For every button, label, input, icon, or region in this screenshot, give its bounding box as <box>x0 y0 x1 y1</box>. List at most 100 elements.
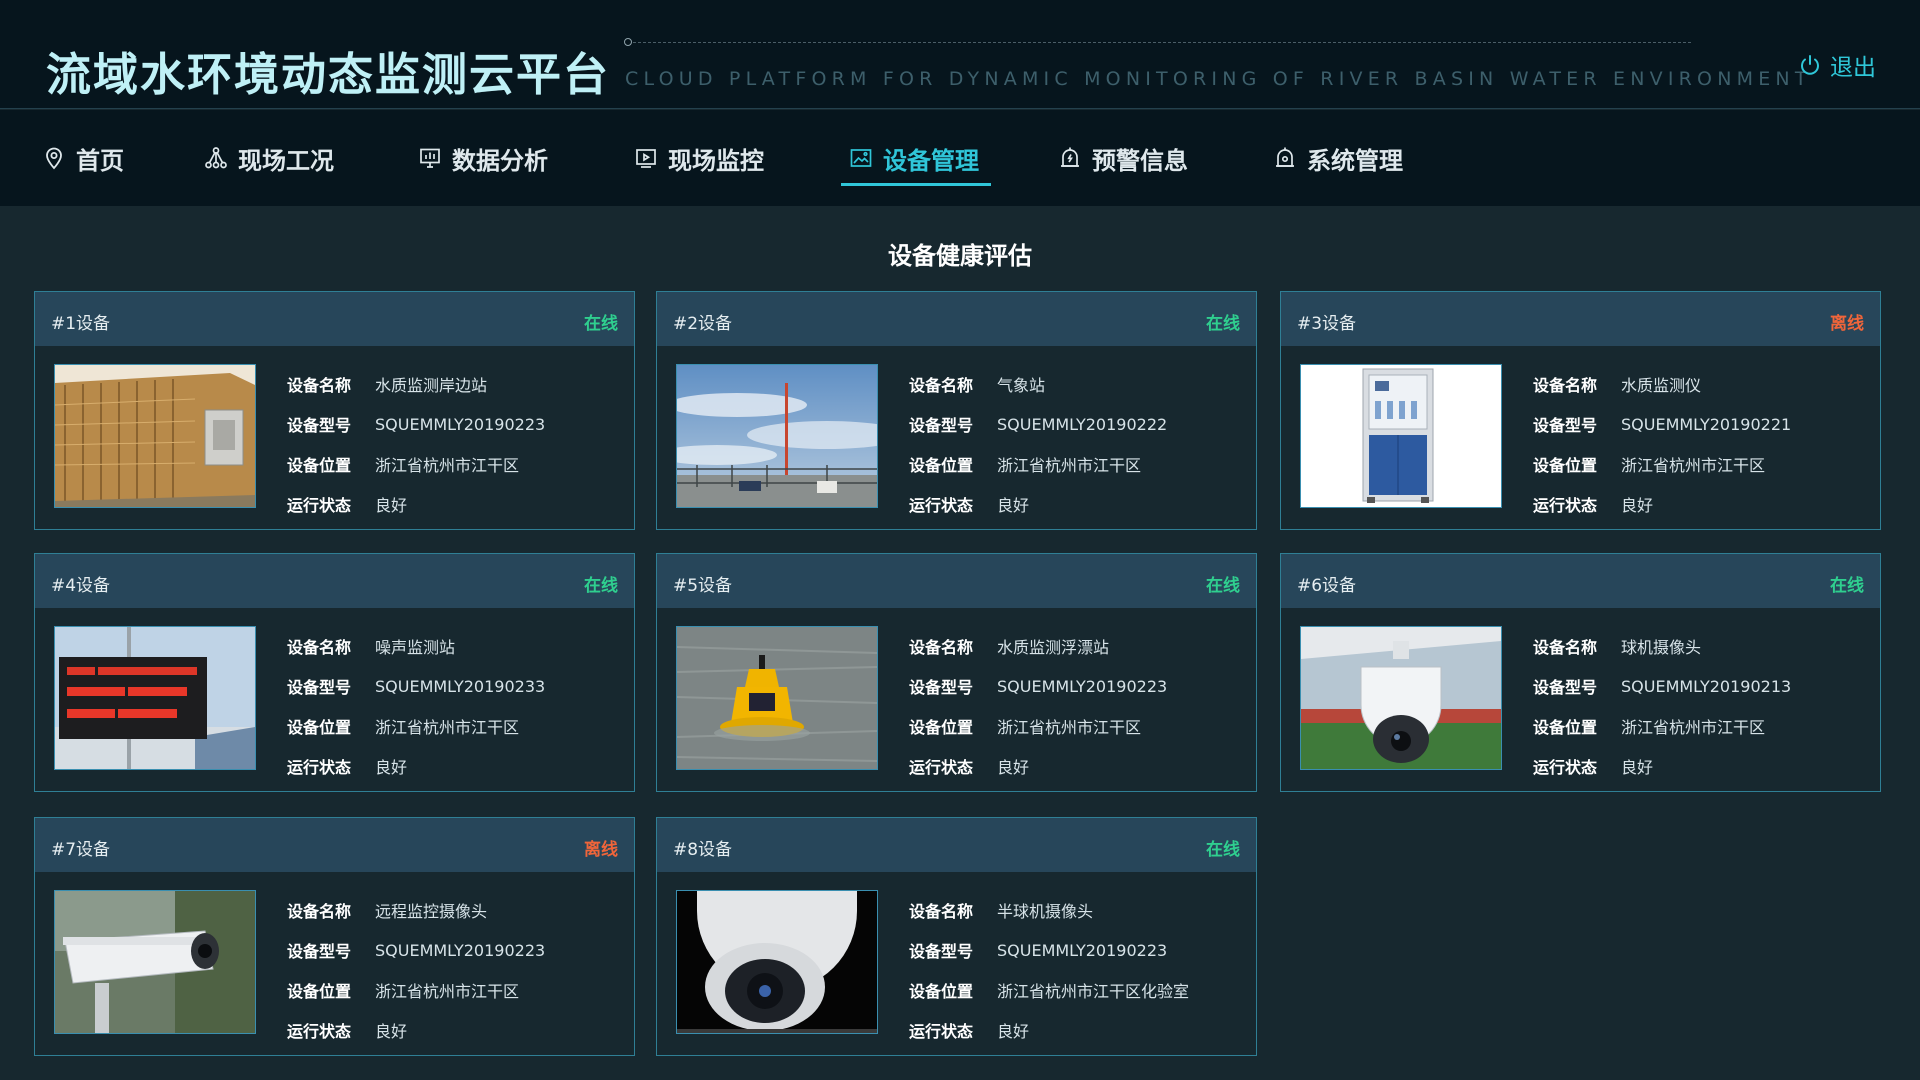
field-label: 设备位置 <box>1533 456 1598 475</box>
device-name: 噪声监测站 <box>375 638 456 657</box>
field-label: 设备位置 <box>1533 718 1598 737</box>
card-header: #8设备 在线 <box>657 818 1256 872</box>
nav-item-site-conditions[interactable]: 现场工况 <box>204 130 334 186</box>
status-badge: 离线 <box>1830 314 1864 334</box>
device-card[interactable]: #1设备 在线 设备名称 水质监测岸边站 设备型号 SQUEMMLY20190223 <box>34 291 635 530</box>
nav-item-alerts[interactable]: 预警信息 <box>1058 130 1188 186</box>
device-info: 设备名称 水质监测岸边站 设备型号 SQUEMMLY20190223 设备位置 浙江省… <box>287 364 545 524</box>
device-model: SQUEMMLY20190223 <box>997 676 1168 696</box>
device-info: 设备名称 球机摄像头 设备型号 SQUEMMLY20190213 设备位置 浙江省杭州… <box>1533 626 1791 786</box>
field-label: 设备型号 <box>287 416 352 435</box>
device-info: 设备名称 气象站 设备型号 SQUEMMLY20190222 设备位置 浙江省杭州市江… <box>909 364 1167 524</box>
field-label: 设备型号 <box>909 416 974 435</box>
nav-item-home[interactable]: 首页 <box>42 130 124 186</box>
device-card[interactable]: #3设备 离线 设备名称 水质监测仪 设备型号 SQUEMMLY20190221 设… <box>1280 291 1881 530</box>
device-number: #5设备 <box>673 576 733 596</box>
main-nav: 首页 现场工况 数据分析 现场监控 设备管理 预警信息 系统管理 <box>0 110 1920 206</box>
device-location: 浙江省杭州市江干区 <box>375 456 520 475</box>
weather-station-photo <box>676 364 878 508</box>
device-state: 良好 <box>997 496 1030 515</box>
app-subtitle: CLOUD PLATFORM FOR DYNAMIC MONITORING OF… <box>625 68 1812 90</box>
field-label: 设备名称 <box>1533 376 1598 395</box>
device-number: #3设备 <box>1297 314 1357 334</box>
device-card[interactable]: #5设备 在线 设备名称 水质监测浮漂站 设备型号 SQUEMMLY20190223… <box>656 553 1257 792</box>
field-label: 设备位置 <box>909 718 974 737</box>
device-state: 良好 <box>1621 496 1654 515</box>
device-name: 球机摄像头 <box>1621 638 1702 657</box>
field-label: 设备位置 <box>287 982 352 1001</box>
field-label: 运行状态 <box>909 496 974 515</box>
header-divider-dot <box>624 38 632 46</box>
field-label: 设备位置 <box>909 982 974 1001</box>
device-location: 浙江省杭州市江干区 <box>1621 456 1766 475</box>
turret-camera-photo <box>676 890 878 1034</box>
bullet-camera-photo <box>54 890 256 1034</box>
nav-item-label: 现场监控 <box>668 146 764 175</box>
device-info: 设备名称 噪声监测站 设备型号 SQUEMMLY20190233 设备位置 浙江省杭州… <box>287 626 545 786</box>
device-state: 良好 <box>1621 758 1654 777</box>
device-card[interactable]: #8设备 在线 设备名称 半球机摄像头 设备型号 SQUEMMLY20190223 … <box>656 817 1257 1056</box>
device-state: 良好 <box>375 758 408 777</box>
field-label: 运行状态 <box>909 758 974 777</box>
device-model: SQUEMMLY20190223 <box>375 940 546 960</box>
nav-item-data-analysis[interactable]: 数据分析 <box>418 130 548 186</box>
field-label: 设备位置 <box>287 718 352 737</box>
device-location: 浙江省杭州市江干区 <box>997 718 1142 737</box>
status-badge: 在线 <box>1206 840 1240 860</box>
device-info: 设备名称 远程监控摄像头 设备型号 SQUEMMLY20190223 设备位置 浙江省… <box>287 890 545 1050</box>
device-card[interactable]: #4设备 在线 设备名称 噪声监测站 设备型号 SQUEMMLY20190233 设… <box>34 553 635 792</box>
section-title: 设备健康评估 <box>888 242 1032 270</box>
device-model: SQUEMMLY20190223 <box>375 414 546 434</box>
logout-button[interactable]: 退出 <box>1798 48 1876 82</box>
image-chart-icon <box>850 149 872 167</box>
field-label: 设备位置 <box>909 456 974 475</box>
field-label: 设备名称 <box>909 638 974 657</box>
status-badge: 在线 <box>1830 576 1864 596</box>
shore-station-photo <box>54 364 256 508</box>
device-card[interactable]: #6设备 在线 设备名称 球机摄像头 设备型号 SQUEMMLY20190213 设… <box>1280 553 1881 792</box>
nav-item-site-monitoring[interactable]: 现场监控 <box>634 130 764 186</box>
alert-bell-icon <box>1061 147 1079 167</box>
water-analyzer-photo <box>1300 364 1502 508</box>
device-number: #1设备 <box>51 314 111 334</box>
card-header: #5设备 在线 <box>657 554 1256 608</box>
nav-item-system-management[interactable]: 系统管理 <box>1273 130 1403 186</box>
field-label: 设备名称 <box>287 902 352 921</box>
field-label: 设备名称 <box>909 902 974 921</box>
field-label: 设备名称 <box>287 376 352 395</box>
card-header: #6设备 在线 <box>1281 554 1880 608</box>
card-header: #3设备 离线 <box>1281 292 1880 346</box>
network-icon <box>205 147 227 169</box>
device-info: 设备名称 水质监测浮漂站 设备型号 SQUEMMLY20190223 设备位置 浙江省… <box>909 626 1167 786</box>
field-label: 设备型号 <box>909 678 974 697</box>
status-badge: 在线 <box>1206 576 1240 596</box>
field-label: 设备名称 <box>909 376 974 395</box>
field-label: 运行状态 <box>1533 496 1598 515</box>
device-name: 半球机摄像头 <box>997 902 1094 921</box>
field-label: 运行状态 <box>1533 758 1598 777</box>
card-header: #2设备 在线 <box>657 292 1256 346</box>
device-card[interactable]: #2设备 在线 设备名称 气象站 设备型号 SQUEMMLY20190222 设备位… <box>656 291 1257 530</box>
nav-item-label: 预警信息 <box>1092 146 1188 175</box>
device-location: 浙江省杭州市江干区 <box>375 982 520 1001</box>
device-name: 水质监测仪 <box>1621 376 1702 395</box>
field-label: 运行状态 <box>287 1022 352 1041</box>
header-divider <box>628 42 1691 43</box>
nav-item-device-management[interactable]: 设备管理 <box>841 130 991 186</box>
status-badge: 在线 <box>1206 314 1240 334</box>
device-name: 水质监测浮漂站 <box>997 638 1110 657</box>
device-state: 良好 <box>997 1022 1030 1041</box>
device-name: 气象站 <box>997 376 1046 395</box>
status-badge: 离线 <box>584 840 618 860</box>
field-label: 设备名称 <box>1533 638 1598 657</box>
logout-label: 退出 <box>1830 55 1876 81</box>
device-card[interactable]: #7设备 离线 设备名称 远程监控摄像头 设备型号 SQUEMMLY20190223… <box>34 817 635 1056</box>
nav-item-label: 系统管理 <box>1307 146 1403 175</box>
device-info: 设备名称 水质监测仪 设备型号 SQUEMMLY20190221 设备位置 浙江省杭州… <box>1533 364 1791 524</box>
settings-bell-icon <box>1276 147 1294 167</box>
video-play-icon <box>636 149 656 168</box>
field-label: 运行状态 <box>287 758 352 777</box>
dome-camera-photo <box>1300 626 1502 770</box>
device-model: SQUEMMLY20190221 <box>1621 414 1792 434</box>
field-label: 设备名称 <box>287 638 352 657</box>
